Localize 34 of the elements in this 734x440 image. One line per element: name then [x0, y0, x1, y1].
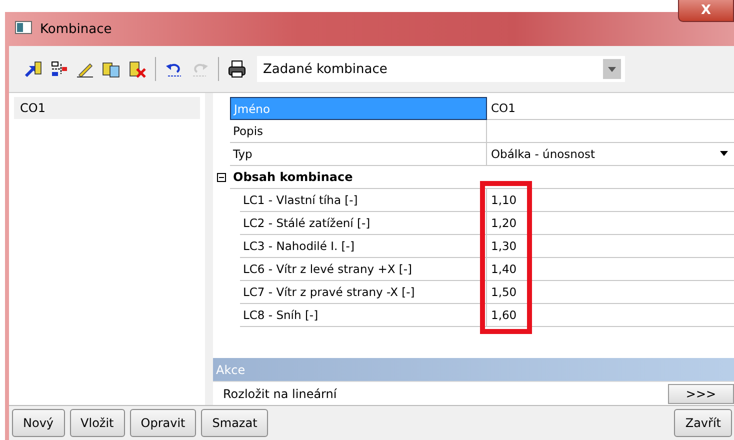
filter-dropdown[interactable]: Zadané kombinace [257, 56, 625, 82]
property-label: LC7 - Vítr z pravé strany -X [-] [240, 281, 487, 304]
close-button[interactable]: X [678, 0, 734, 22]
property-value[interactable]: Obálka - únosnost [487, 143, 734, 166]
dialog-button[interactable]: Smazat [201, 409, 268, 437]
property-value[interactable]: 1,30 [487, 235, 734, 258]
property-value[interactable]: 1,60 [487, 304, 734, 327]
dialog-button[interactable]: Nový [12, 409, 65, 437]
insert-rows-icon[interactable] [49, 59, 69, 79]
window-title: Kombinace [40, 22, 112, 36]
property-label[interactable]: Popis [230, 120, 487, 143]
dialog-button[interactable]: Opravit [130, 409, 196, 437]
property-value[interactable]: 1,40 [487, 258, 734, 281]
list-item[interactable]: CO1 [14, 97, 200, 119]
property-label: LC1 - Vlastní tíha [-] [240, 189, 487, 212]
property-value[interactable]: 1,10 [487, 189, 734, 212]
dialog-button[interactable]: Zavřít [674, 409, 732, 437]
collapse-icon[interactable] [217, 170, 226, 184]
group-heading: Obsah kombinace [230, 166, 487, 189]
property-label: LC6 - Vítr z levé strany +X [-] [240, 258, 487, 281]
property-value[interactable]: CO1 [487, 97, 734, 120]
dialog-button[interactable]: Vložit [70, 409, 125, 437]
property-value[interactable]: 1,50 [487, 281, 734, 304]
property-label: LC2 - Stálé zatížení [-] [240, 212, 487, 235]
action-label: Rozložit na lineární [223, 386, 337, 400]
expand-button[interactable]: >>> [668, 384, 734, 404]
property-label[interactable]: Typ [230, 143, 487, 166]
property-label: LC3 - Nahodilé I. [-] [240, 235, 487, 258]
printer-icon[interactable] [227, 59, 247, 79]
delete-table-icon[interactable] [127, 59, 147, 79]
arrow-table-icon[interactable] [23, 59, 43, 79]
section-header: Akce [213, 358, 734, 381]
property-value[interactable]: 1,20 [487, 212, 734, 235]
property-label: LC8 - Sníh [-] [240, 304, 487, 327]
